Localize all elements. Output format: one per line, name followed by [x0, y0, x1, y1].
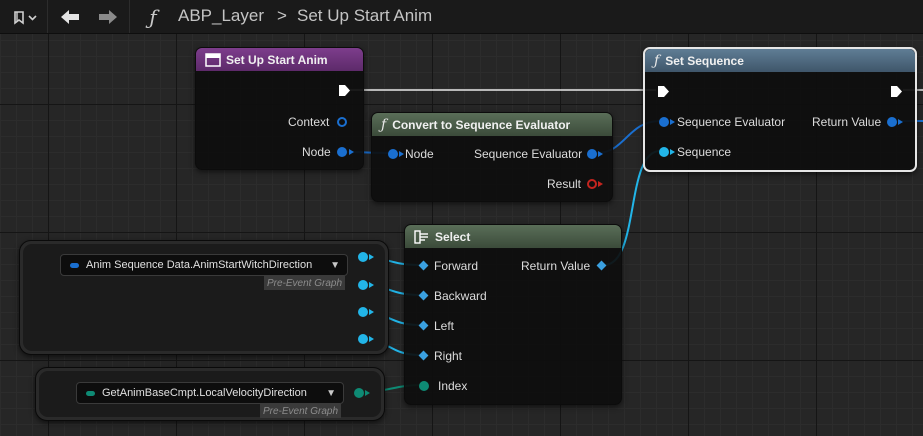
node-pin-label: Node: [302, 145, 331, 159]
breadcrumb-separator: >: [277, 6, 287, 25]
local-velocity-direction-value: GetAnimBaseCmpt.LocalVelocityDirection: [102, 387, 307, 399]
node-header: ƒ Set Sequence: [645, 49, 915, 72]
toolbar-divider: [129, 0, 130, 33]
forward-pin-label: Forward: [434, 259, 479, 273]
pin-arrow-icon: [369, 282, 374, 288]
variable-type-icon: [86, 390, 95, 396]
select-node[interactable]: Select Forward Return Value Backward Lef…: [404, 224, 622, 405]
pre-event-graph-tag: Pre-Event Graph: [264, 276, 346, 290]
sequence-pin-label: Sequence: [677, 145, 732, 159]
backward-input-pin[interactable]: [418, 290, 429, 301]
chevron-down-icon: ▼: [330, 259, 340, 271]
pre-event-graph-tag: Pre-Event Graph: [260, 404, 342, 418]
breadcrumb-function[interactable]: Set Up Start Anim: [297, 6, 432, 26]
function-entry-icon: [205, 52, 221, 67]
pin-arrow-icon: [349, 149, 354, 155]
function-icon: ƒ: [149, 4, 157, 29]
graph-toolbar: ƒ ABP_Layer > Set Up Start Anim: [0, 0, 923, 34]
anim-sequence-data-variable-node[interactable]: Anim Sequence Data.AnimStartWitchDirecti…: [19, 240, 389, 355]
chevron-down-icon: ▼: [326, 387, 336, 399]
right-pin-label: Right: [434, 349, 463, 363]
return-value-output-pin[interactable]: [596, 260, 607, 271]
return-value-pin-label: Return Value: [521, 259, 591, 273]
select-icon: [414, 229, 428, 244]
left-input-pin[interactable]: [418, 320, 429, 331]
arrow-right-icon: [99, 9, 117, 24]
left-pin-label: Left: [434, 319, 455, 333]
bookmark-icon: [14, 10, 37, 25]
node-title: Set Up Start Anim: [226, 52, 328, 67]
toolbar-divider: [47, 0, 48, 33]
node-title: Set Sequence: [665, 53, 744, 68]
pin-arrow-icon: [898, 119, 903, 125]
anim-sequence-data-dropdown[interactable]: Anim Sequence Data.AnimStartWitchDirecti…: [60, 254, 348, 276]
node-output-pin[interactable]: [337, 147, 347, 157]
back-button[interactable]: [55, 0, 85, 33]
exec-output-pin[interactable]: [338, 84, 351, 97]
sequence-evaluator-pin-label: Sequence Evaluator: [677, 115, 786, 129]
result-pin-label: Result: [547, 177, 582, 191]
exec-output-pin[interactable]: [890, 85, 903, 98]
index-input-pin[interactable]: [419, 381, 429, 391]
sequence-input-pin[interactable]: [659, 147, 669, 157]
local-velocity-direction-variable-node[interactable]: GetAnimBaseCmpt.LocalVelocityDirection ▼…: [35, 367, 385, 421]
return-value-output-pin[interactable]: [887, 117, 897, 127]
return-value-pin-label: Return Value: [812, 115, 882, 129]
sequence-evaluator-pin-label: Sequence Evaluator: [474, 147, 583, 161]
function-icon: ƒ: [381, 116, 387, 133]
node-header: ƒ Convert to Sequence Evaluator: [372, 113, 612, 136]
right-input-pin[interactable]: [418, 350, 429, 361]
pin-arrow-icon: [369, 336, 374, 342]
index-pin-label: Index: [438, 379, 468, 393]
output-pin-2[interactable]: [358, 280, 368, 290]
forward-button[interactable]: [93, 0, 123, 33]
pin-arrow-icon: [598, 151, 603, 157]
pin-arrow-icon: [369, 309, 374, 315]
node-input-pin[interactable]: [388, 149, 398, 159]
node-header: Set Up Start Anim: [196, 48, 363, 71]
node-pin-label: Node: [405, 147, 434, 161]
backward-pin-label: Backward: [434, 289, 487, 303]
context-pin[interactable]: [337, 117, 347, 127]
sequence-evaluator-output-pin[interactable]: [587, 149, 597, 159]
arrow-left-icon: [61, 9, 79, 24]
exec-input-pin[interactable]: [657, 85, 670, 98]
variable-type-icon: [70, 262, 79, 268]
pin-arrow-icon: [365, 390, 370, 396]
node-title: Convert to Sequence Evaluator: [392, 117, 571, 132]
breadcrumb-blueprint[interactable]: ABP_Layer: [178, 6, 264, 26]
node-header: Select: [405, 225, 621, 248]
set-sequence-node[interactable]: ƒ Set Sequence Sequence Evaluator Return…: [643, 47, 917, 172]
index-output-pin[interactable]: [354, 388, 364, 398]
sequence-evaluator-input-pin[interactable]: [659, 117, 669, 127]
bookmark-dropdown-button[interactable]: [4, 0, 44, 33]
anim-sequence-data-value: Anim Sequence Data.AnimStartWitchDirecti…: [86, 259, 313, 271]
pin-arrow-icon: [598, 181, 603, 187]
output-pin-1[interactable]: [358, 252, 368, 262]
node-title: Select: [435, 229, 471, 244]
local-velocity-direction-dropdown[interactable]: GetAnimBaseCmpt.LocalVelocityDirection ▼: [76, 382, 344, 404]
function-entry-node[interactable]: Set Up Start Anim Context Node: [195, 47, 364, 170]
result-output-pin[interactable]: [587, 179, 597, 189]
output-pin-3[interactable]: [358, 307, 368, 317]
context-pin-label: Context: [288, 115, 330, 129]
output-pin-4[interactable]: [358, 334, 368, 344]
function-icon: ƒ: [654, 52, 660, 69]
forward-input-pin[interactable]: [418, 260, 429, 271]
convert-to-sequence-evaluator-node[interactable]: ƒ Convert to Sequence Evaluator Node Seq…: [371, 112, 613, 202]
pin-arrow-icon: [369, 254, 374, 260]
